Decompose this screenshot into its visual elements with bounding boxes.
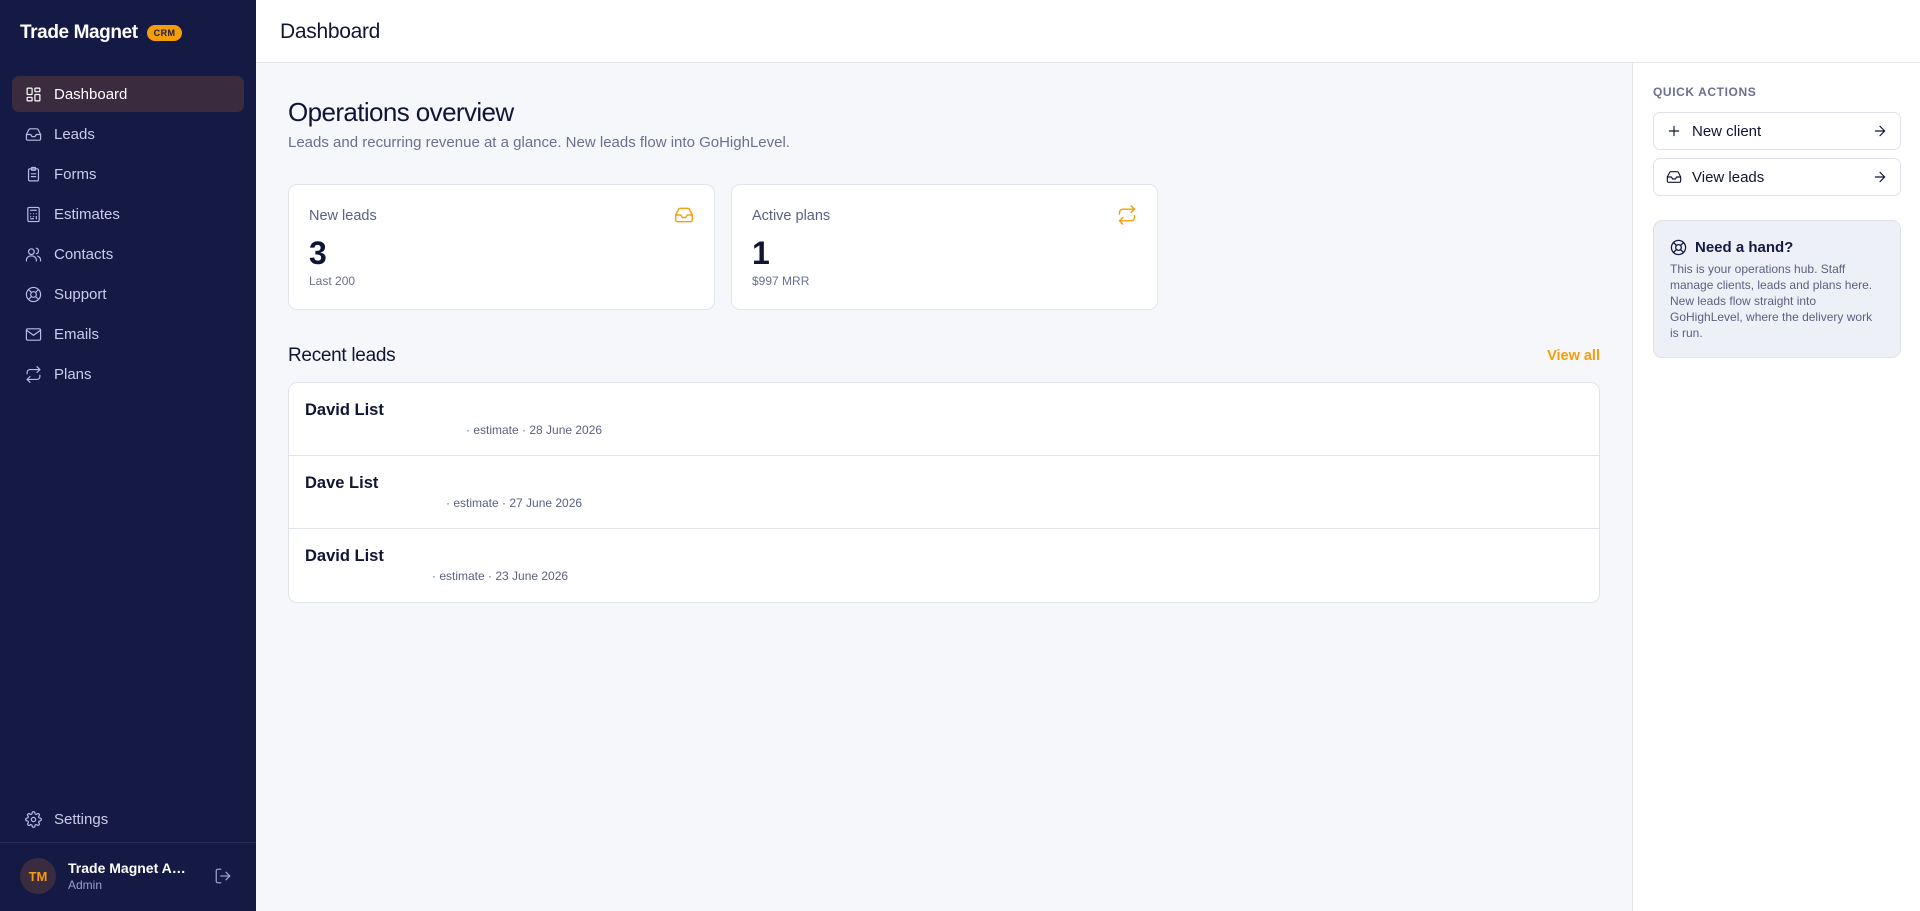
quick-actions-title: QUICK ACTIONS — [1653, 85, 1757, 99]
stat-label: New leads — [309, 208, 377, 224]
sidebar-divider — [0, 842, 256, 843]
sidebar-item-estimates[interactable]: Estimates — [12, 196, 244, 232]
brand[interactable]: Trade Magnet CRM — [20, 22, 183, 44]
view-leads-button[interactable]: View leads — [1653, 158, 1901, 196]
sidebar-item-label: Leads — [54, 125, 95, 143]
logout-button[interactable] — [213, 866, 233, 886]
lead-meta: · estimate · 27 June 2026 — [446, 496, 583, 510]
user-role: Admin — [68, 878, 103, 892]
repeat-icon — [1117, 205, 1137, 225]
lead-name: David List — [305, 401, 384, 419]
recent-leads-list: David List · estimate · 28 June 2026 Dav… — [288, 382, 1600, 603]
stat-value: 3 — [309, 235, 327, 271]
stat-value: 1 — [752, 235, 770, 271]
clipboard-icon — [24, 165, 42, 183]
section-heading: Operations overview — [288, 97, 514, 127]
list-item[interactable]: David List · estimate · 23 June 2026 — [289, 529, 1599, 602]
gear-icon — [24, 810, 42, 828]
sidebar-item-label: Plans — [54, 365, 92, 383]
stat-card-active-plans: Active plans 1 $997 MRR — [731, 184, 1158, 310]
sidebar-item-emails[interactable]: Emails — [12, 316, 244, 352]
inbox-icon — [24, 125, 42, 143]
crm-badge: CRM — [146, 25, 183, 41]
users-icon — [24, 245, 42, 263]
inbox-icon — [674, 205, 694, 225]
quick-actions-panel: QUICK ACTIONS New client View leads Need… — [1632, 63, 1920, 911]
topbar: Dashboard — [256, 0, 1920, 63]
settings-section: Settings — [12, 801, 244, 841]
list-item[interactable]: David List · estimate · 28 June 2026 — [289, 383, 1599, 456]
arrow-right-icon — [1872, 123, 1888, 139]
section-subheading: Leads and recurring revenue at a glance.… — [288, 134, 790, 151]
sidebar-item-contacts[interactable]: Contacts — [12, 236, 244, 272]
sidebar-item-support[interactable]: Support — [12, 276, 244, 312]
sidebar-item-label: Contacts — [54, 245, 114, 263]
button-label: New client — [1692, 122, 1762, 140]
user-profile: TM Trade Magnet Admin Admin — [20, 858, 236, 894]
lifebuoy-icon — [24, 285, 42, 303]
sidebar-item-settings[interactable]: Settings — [12, 801, 244, 837]
view-all-link[interactable]: View all — [1547, 348, 1600, 364]
sidebar-item-label: Forms — [54, 165, 97, 183]
lead-meta: · estimate · 23 June 2026 — [432, 569, 569, 583]
sidebar-item-forms[interactable]: Forms — [12, 156, 244, 192]
user-info: Trade Magnet Admin Admin — [68, 860, 193, 892]
lead-name: Dave List — [305, 474, 379, 492]
stat-label: Active plans — [752, 208, 831, 224]
mail-icon — [24, 325, 42, 343]
repeat-icon — [24, 365, 42, 383]
brand-name: Trade Magnet — [20, 22, 138, 43]
main-content: Operations overview Leads and recurring … — [256, 63, 1632, 911]
calculator-icon — [24, 205, 42, 223]
recent-leads-title: Recent leads — [288, 345, 396, 366]
lead-name: David List — [305, 547, 384, 565]
sidebar-item-dashboard[interactable]: Dashboard — [12, 76, 244, 112]
stat-card-new-leads: New leads 3 Last 200 — [288, 184, 715, 310]
stat-footnote: $997 MRR — [752, 274, 810, 288]
help-header: Need a hand? — [1670, 239, 1793, 256]
sidebar-item-label: Dashboard — [54, 85, 128, 103]
sidebar-item-label: Estimates — [54, 205, 120, 223]
sidebar-nav: Dashboard Leads Forms Estimates Contacts… — [12, 76, 244, 396]
user-name: Trade Magnet Admin — [68, 860, 193, 876]
lead-meta: · estimate · 28 June 2026 — [466, 423, 603, 437]
inbox-icon — [1666, 169, 1682, 185]
stat-footnote: Last 200 — [309, 274, 356, 288]
plus-icon — [1666, 123, 1682, 139]
page-title: Dashboard — [280, 20, 381, 43]
sidebar-item-label: Emails — [54, 325, 100, 343]
avatar[interactable]: TM — [20, 858, 56, 894]
sidebar-item-plans[interactable]: Plans — [12, 356, 244, 392]
arrow-right-icon — [1872, 169, 1888, 185]
new-client-button[interactable]: New client — [1653, 112, 1901, 150]
help-card: Need a hand? This is your operations hub… — [1653, 220, 1901, 358]
logout-icon — [214, 867, 232, 885]
button-label: View leads — [1692, 168, 1765, 186]
sidebar-item-label: Settings — [54, 810, 109, 828]
sidebar-item-label: Support — [54, 285, 107, 303]
sidebar: Trade Magnet CRM Dashboard Leads Forms E… — [0, 0, 256, 911]
help-body: This is your operations hub. Staff manag… — [1670, 262, 1873, 340]
dashboard-icon — [24, 85, 42, 103]
lifebuoy-icon — [1670, 239, 1695, 256]
sidebar-item-leads[interactable]: Leads — [12, 116, 244, 152]
list-item[interactable]: Dave List · estimate · 27 June 2026 — [289, 456, 1599, 529]
help-title: Need a hand? — [1695, 239, 1794, 256]
